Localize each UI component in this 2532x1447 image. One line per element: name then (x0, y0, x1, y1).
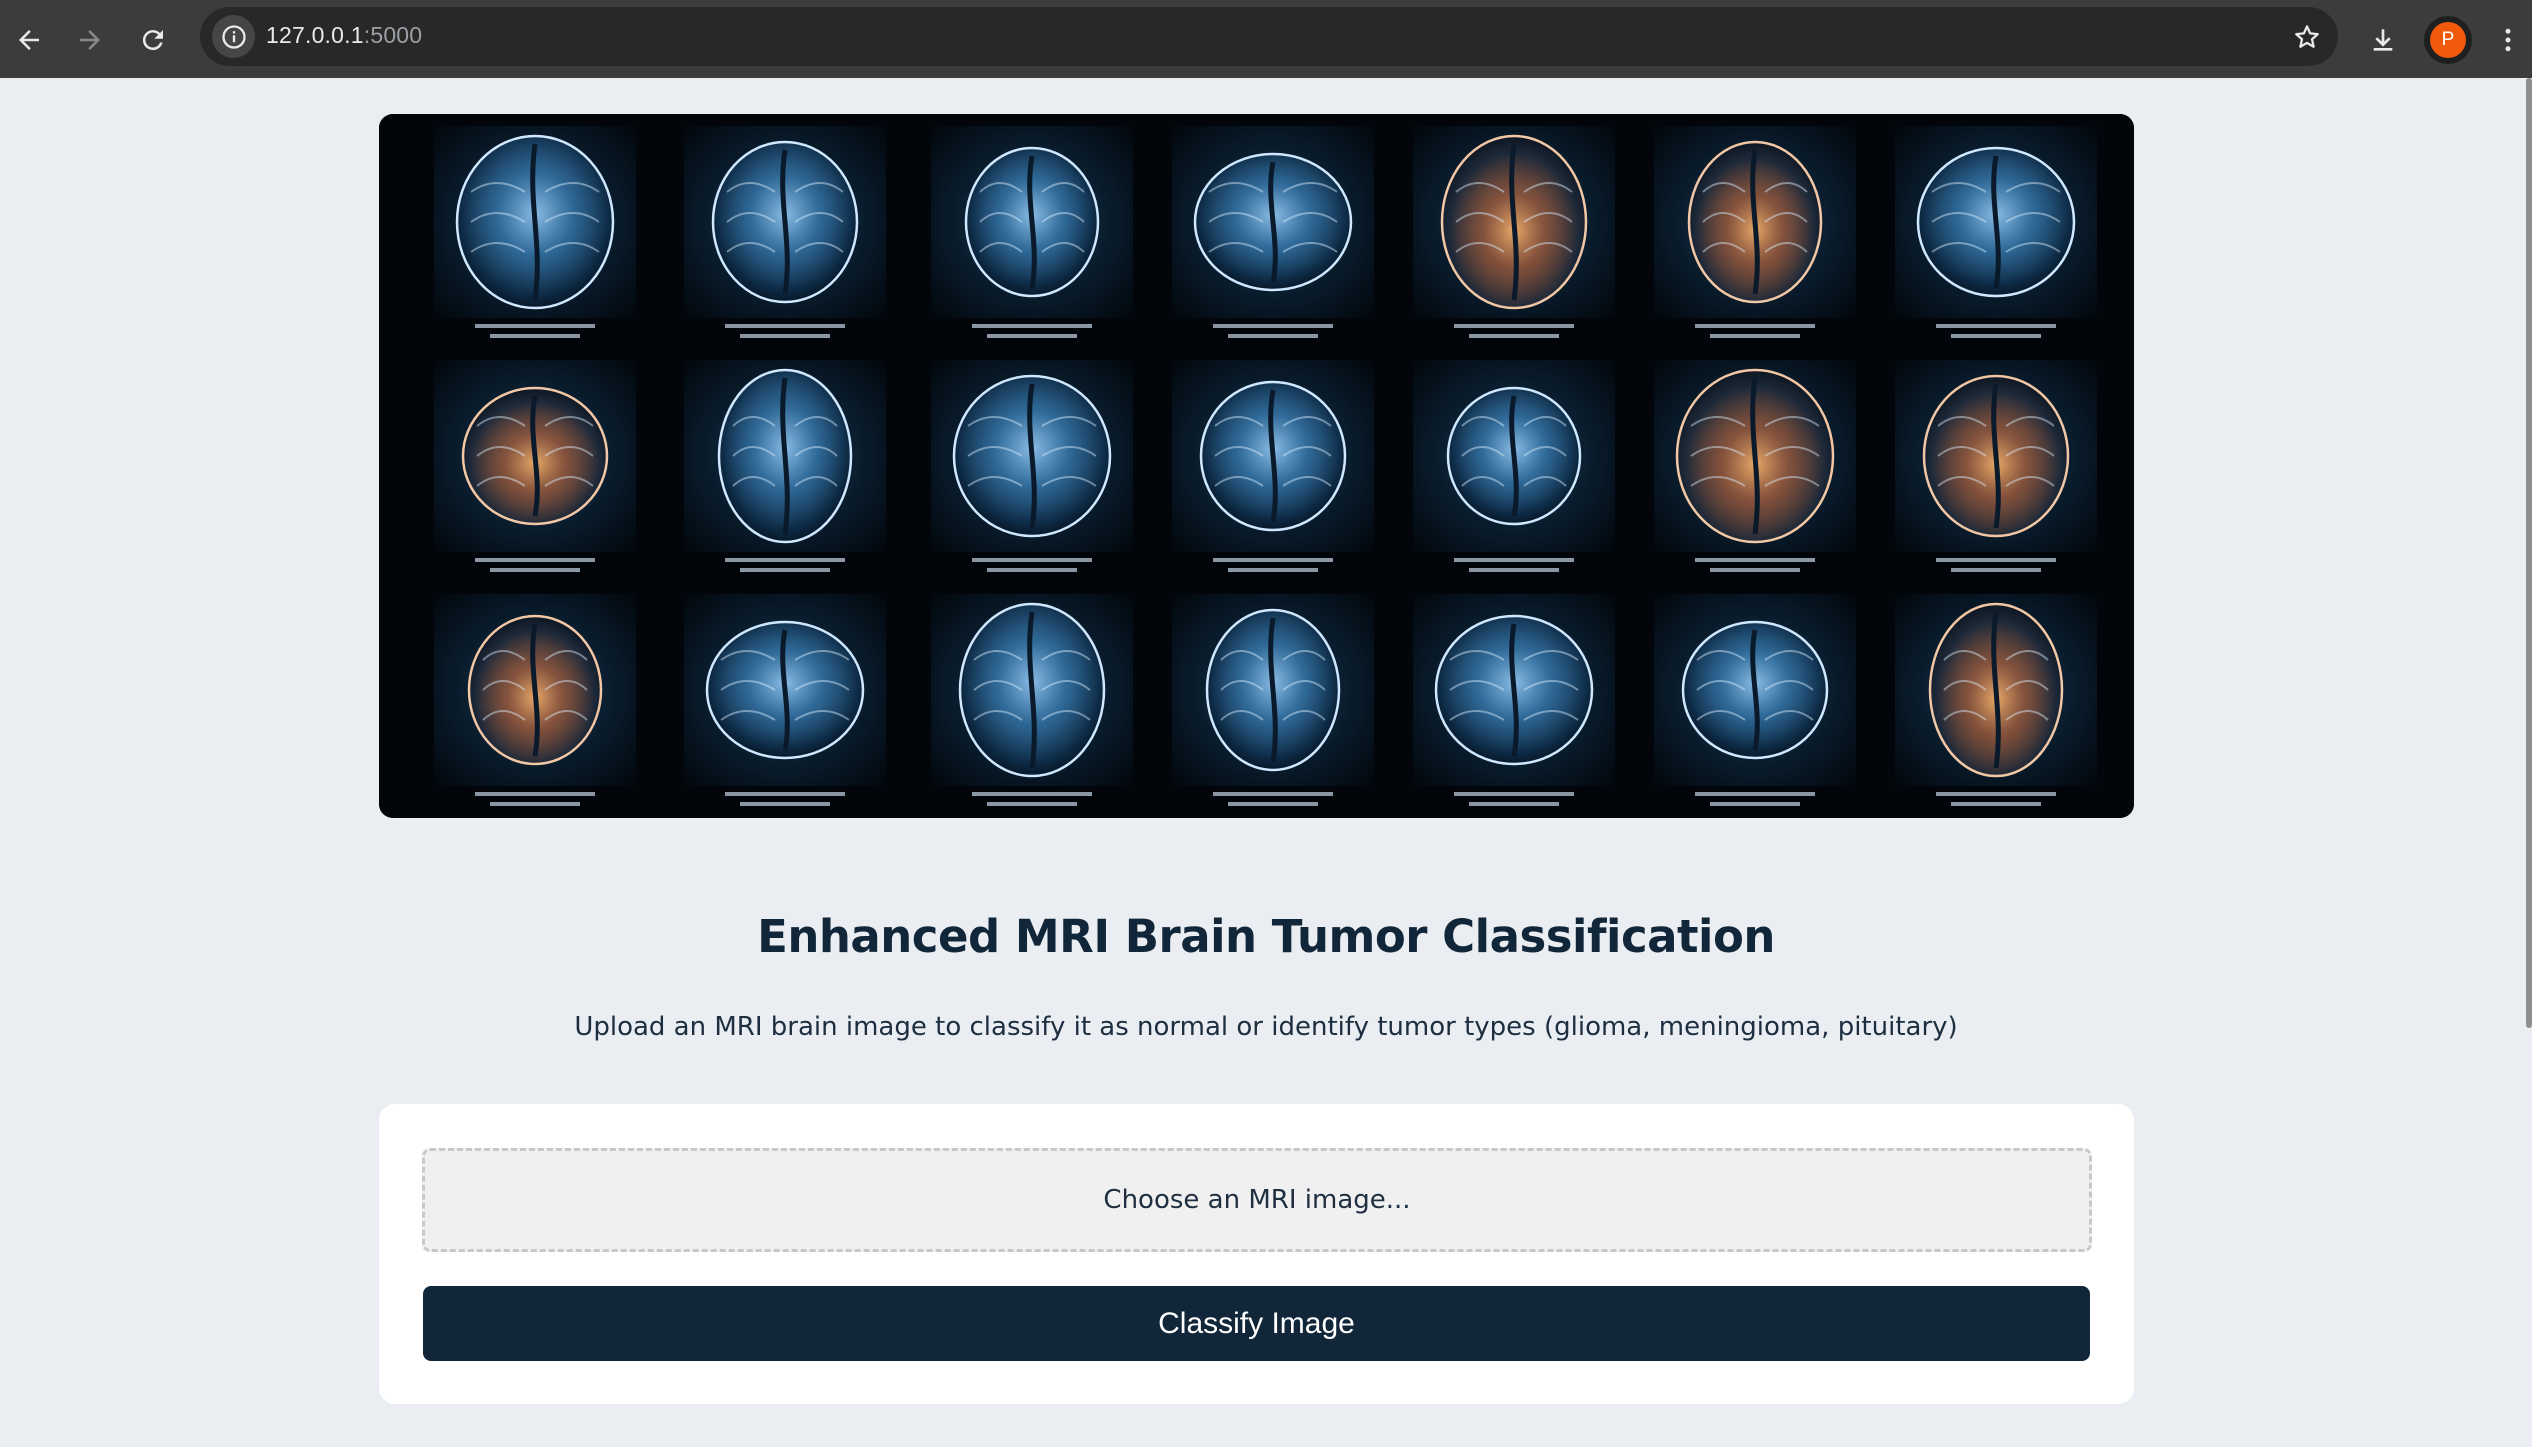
browser-toolbar: 127.0.0.1:5000 P (0, 0, 2532, 78)
mri-scan-tile (684, 126, 886, 338)
mri-scan-tile (1413, 126, 1615, 338)
url-text: 127.0.0.1:5000 (266, 22, 422, 49)
page-scrollbar[interactable] (2526, 78, 2532, 1028)
classify-image-button[interactable]: Classify Image (423, 1286, 2090, 1361)
downloads-button[interactable] (2360, 17, 2406, 63)
reload-button[interactable] (130, 17, 176, 63)
browser-menu-button[interactable] (2490, 17, 2526, 63)
mri-file-input[interactable]: Choose an MRI image... (422, 1148, 2092, 1252)
back-button[interactable] (6, 17, 52, 63)
profile-avatar: P (2430, 22, 2466, 58)
mri-scan-tile (1413, 594, 1615, 806)
forward-button[interactable] (67, 17, 113, 63)
url-host: 127.0.0.1 (266, 22, 364, 48)
mri-scan-tile (1172, 126, 1374, 338)
hero-mri-collage-image (379, 114, 2134, 818)
mri-scan-tile (434, 594, 636, 806)
mri-scan-tile (684, 360, 886, 572)
mri-scan-tile (434, 126, 636, 338)
mri-scan-tile (1172, 594, 1374, 806)
forward-arrow-icon (80, 30, 100, 50)
mri-scan-tile (434, 360, 636, 572)
mri-scan-tile (1895, 594, 2097, 806)
mri-scan-tile (1895, 126, 2097, 338)
mri-scan-tile (1172, 360, 1374, 572)
mri-scan-tile (1895, 360, 2097, 572)
download-icon (2373, 29, 2393, 51)
page-title: Enhanced MRI Brain Tumor Classification (757, 910, 1775, 963)
mri-scan-tile (1654, 360, 1856, 572)
site-info-button[interactable] (212, 15, 255, 58)
mri-collage (379, 114, 2134, 818)
mri-scan-tile (931, 360, 1133, 572)
star-icon (2295, 25, 2319, 48)
mri-scan-tile (931, 126, 1133, 338)
address-bar[interactable]: 127.0.0.1:5000 (200, 7, 2338, 66)
mri-scan-tile (684, 594, 886, 806)
more-vertical-icon (2505, 28, 2511, 52)
info-icon (221, 24, 246, 49)
bookmark-button[interactable] (2290, 20, 2324, 54)
url-port: :5000 (363, 22, 423, 48)
reload-icon (142, 30, 163, 51)
page-subtitle: Upload an MRI brain image to classify it… (574, 1012, 1958, 1042)
mri-scan-tile (1654, 594, 1856, 806)
upload-card: Choose an MRI image... Classify Image (379, 1104, 2134, 1404)
back-arrow-icon (19, 30, 39, 50)
profile-button[interactable]: P (2424, 16, 2472, 64)
mri-scan-tile (931, 594, 1133, 806)
mri-scan-tile (1413, 360, 1615, 572)
mri-scan-tile (1654, 126, 1856, 338)
